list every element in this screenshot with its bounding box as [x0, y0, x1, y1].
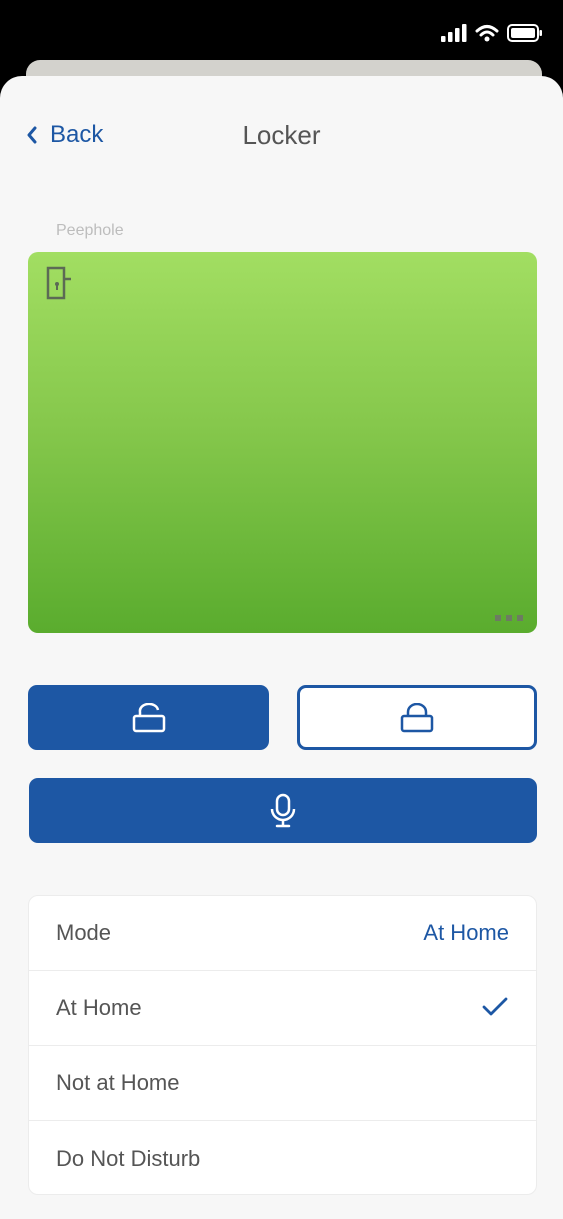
wifi-icon — [475, 25, 499, 42]
lock-icon — [400, 702, 434, 732]
mode-header-row: Mode At Home — [29, 896, 536, 971]
mode-option-at-home[interactable]: At Home — [29, 971, 536, 1046]
unlock-button[interactable] — [28, 685, 269, 750]
more-dots-icon[interactable] — [495, 615, 523, 621]
mode-card: Mode At Home At Home Not at Home Do Not … — [28, 895, 537, 1195]
unlock-icon — [132, 702, 165, 732]
status-icons — [441, 24, 543, 42]
mode-option-label: Do Not Disturb — [56, 1145, 201, 1171]
lock-button[interactable] — [297, 685, 537, 750]
mode-option-label: At Home — [56, 995, 142, 1020]
battery-icon — [507, 24, 542, 42]
navigation-bar: Back Locker — [0, 76, 563, 196]
locker-sheet: Back Locker Peephole Mode At Home At Hom… — [0, 76, 563, 1219]
checkmark-icon — [482, 997, 508, 1016]
mode-current-value: At Home — [423, 920, 509, 945]
peephole-view[interactable] — [28, 252, 537, 633]
microphone-icon — [270, 793, 296, 827]
mode-option-label: Not at Home — [56, 1070, 180, 1095]
peephole-label: Peephole — [56, 222, 124, 239]
mode-header-label: Mode — [56, 920, 112, 945]
door-icon — [46, 266, 71, 300]
mode-option-not-at-home[interactable]: Not at Home — [29, 1046, 536, 1121]
mode-option-do-not-disturb[interactable]: Do Not Disturb — [29, 1121, 536, 1194]
status-bar — [0, 0, 563, 62]
cellular-signal-icon — [441, 24, 467, 42]
microphone-button[interactable] — [29, 778, 537, 843]
page-title: Locker — [242, 120, 321, 150]
